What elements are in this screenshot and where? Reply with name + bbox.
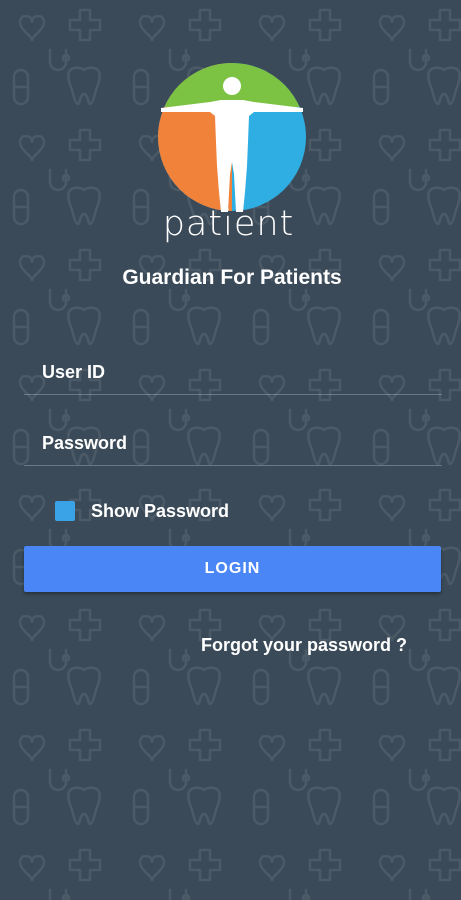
logo-brand-text: patient (162, 204, 295, 244)
password-field-container (24, 421, 442, 466)
user-id-field-container (24, 350, 442, 395)
show-password-toggle[interactable]: Show Password (55, 499, 229, 523)
login-button[interactable]: LOGIN (24, 546, 441, 592)
forgot-password-link[interactable]: Forgot your password ? (201, 635, 407, 656)
app-title: Guardian For Patients (122, 266, 342, 289)
show-password-label: Show Password (91, 500, 230, 521)
show-password-checkbox[interactable] (55, 501, 75, 521)
user-id-input[interactable] (24, 350, 442, 394)
login-screen: patient Guardian For Patients Show Passw… (0, 0, 461, 900)
password-input[interactable] (24, 421, 442, 465)
